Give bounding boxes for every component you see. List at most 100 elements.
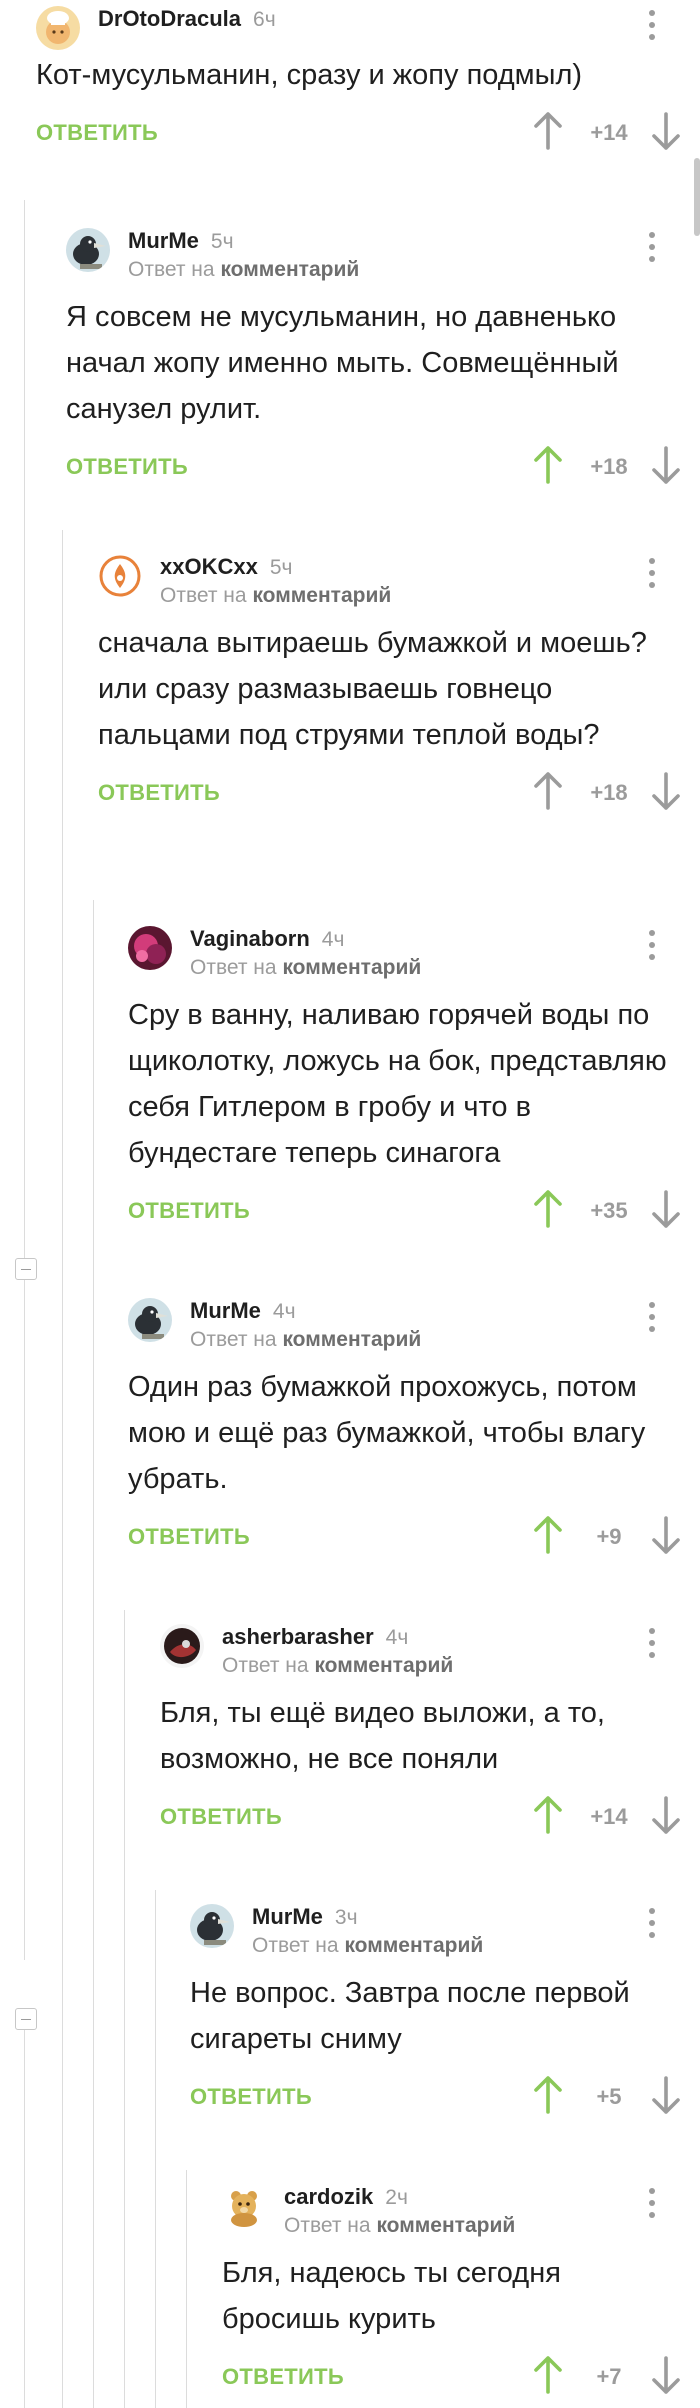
comment-time: 5ч <box>269 556 293 579</box>
collapse-branch-button[interactable] <box>15 2008 37 2030</box>
reply-button[interactable]: ОТВЕТИТЬ <box>222 2364 344 2390</box>
comment: xxOKCxx 5ч Ответ на комментарий сначала в… <box>98 548 700 822</box>
comment: Vaginaborn 4ч Ответ на комментарий Сру в … <box>128 920 700 1240</box>
comment-actions: ОТВЕТИТЬ +14 <box>36 110 700 162</box>
bird-avatar[interactable] <box>128 1298 172 1342</box>
comment-rating: +9 <box>596 1524 622 1549</box>
thread-line <box>186 2170 187 2408</box>
reply-button[interactable]: ОТВЕТИТЬ <box>160 1804 282 1830</box>
comment-header: MurMe 4ч Ответ на комментарий <box>128 1292 700 1360</box>
comment-text: Бля, ты ещё видео выложи, а то, возможно… <box>160 1697 605 1775</box>
thread-line <box>24 2030 25 2408</box>
more-options-icon[interactable] <box>642 556 662 590</box>
more-options-icon[interactable] <box>642 1626 662 1660</box>
badge-avatar[interactable] <box>98 554 142 598</box>
reply-to-label: Ответ на комментарий <box>160 584 392 607</box>
upvote-arrow-icon[interactable] <box>530 2354 566 2396</box>
reply-button[interactable]: ОТВЕТИТЬ <box>190 2084 312 2110</box>
downvote-arrow-icon[interactable] <box>648 110 684 152</box>
upvote-arrow-icon[interactable] <box>530 110 566 152</box>
reply-button[interactable]: ОТВЕТИТЬ <box>98 780 220 806</box>
upvote-arrow-icon[interactable] <box>530 1514 566 1556</box>
downvote-arrow-icon[interactable] <box>648 1188 684 1230</box>
comment-header: MurMe 3ч Ответ на комментарий <box>190 1898 700 1966</box>
comment-text: Бля, надеюсь ты сегодня бросишь курить <box>222 2257 561 2335</box>
comment-actions: ОТВЕТИТЬ +18 <box>66 444 700 496</box>
comment: DrOtoDracula 6ч Кот-мусульманин, сразу и … <box>36 0 700 162</box>
reply-button[interactable]: ОТВЕТИТЬ <box>128 1524 250 1550</box>
comment-thread: DrOtoDracula 6ч Кот-мусульманин, сразу и … <box>0 0 700 2408</box>
comment: MurMe 4ч Ответ на комментарий Один раз бу… <box>128 1292 700 1566</box>
comment-text: Один раз бумажкой прохожусь, потом мою и… <box>128 1371 646 1495</box>
username[interactable]: MurMe 5ч <box>128 228 234 254</box>
thread-line <box>155 1890 156 2408</box>
downvote-arrow-icon[interactable] <box>648 444 684 486</box>
comment: MurMe 3ч Ответ на комментарий Не вопрос. … <box>190 1898 700 2126</box>
comment-actions: ОТВЕТИТЬ +18 <box>98 770 700 822</box>
reply-to-link[interactable]: комментарий <box>314 1654 453 1677</box>
more-options-icon[interactable] <box>642 1906 662 1940</box>
upvote-arrow-icon[interactable] <box>530 1794 566 1836</box>
bird-avatar[interactable] <box>66 228 110 272</box>
reply-to-link[interactable]: комментарий <box>282 1328 421 1351</box>
reply-button[interactable]: ОТВЕТИТЬ <box>128 1198 250 1224</box>
comment-actions: ОТВЕТИТЬ +35 <box>128 1188 700 1240</box>
downvote-arrow-icon[interactable] <box>648 2074 684 2116</box>
username[interactable]: xxOKCxx 5ч <box>160 554 292 580</box>
thread-line <box>124 1610 125 2408</box>
more-options-icon[interactable] <box>642 8 662 42</box>
comment-text: Кот-мусульманин, сразу и жопу подмыл) <box>36 59 583 91</box>
reply-to-link[interactable]: комментарий <box>282 956 421 979</box>
username[interactable]: MurMe 4ч <box>190 1298 296 1324</box>
downvote-arrow-icon[interactable] <box>648 1794 684 1836</box>
reply-to-link[interactable]: комментарий <box>220 258 359 281</box>
username[interactable]: cardozik 2ч <box>284 2184 408 2210</box>
upvote-arrow-icon[interactable] <box>530 2074 566 2116</box>
reply-button[interactable]: ОТВЕТИТЬ <box>36 120 158 146</box>
more-options-icon[interactable] <box>642 2186 662 2220</box>
downvote-arrow-icon[interactable] <box>648 770 684 812</box>
upvote-arrow-icon[interactable] <box>530 1188 566 1230</box>
downvote-arrow-icon[interactable] <box>648 1514 684 1556</box>
comment-header: DrOtoDracula 6ч <box>36 0 700 50</box>
reply-to-label: Ответ на комментарий <box>190 956 422 979</box>
comment-time: 2ч <box>385 2186 408 2209</box>
comment-header: cardozik 2ч Ответ на комментарий <box>222 2178 700 2246</box>
comment-rating: +14 <box>590 1804 628 1829</box>
comment-text: Сру в ванну, наливаю горячей воды по щик… <box>128 999 667 1169</box>
username[interactable]: asherbarasher 4ч <box>222 1624 408 1650</box>
reply-to-link[interactable]: комментарий <box>376 2214 515 2237</box>
comment-time: 4ч <box>272 1300 296 1323</box>
username[interactable]: Vaginaborn 4ч <box>190 926 344 952</box>
dark-avatar[interactable] <box>160 1624 204 1668</box>
more-options-icon[interactable] <box>642 928 662 962</box>
more-options-icon[interactable] <box>642 1300 662 1334</box>
username[interactable]: DrOtoDracula 6ч <box>98 6 276 32</box>
comment-header: Vaginaborn 4ч Ответ на комментарий <box>128 920 700 988</box>
comment-header: asherbarasher 4ч Ответ на комментарий <box>160 1618 700 1686</box>
comment-header: MurMe 5ч Ответ на комментарий <box>66 222 700 290</box>
reply-to-link[interactable]: комментарий <box>252 584 391 607</box>
username[interactable]: MurMe 3ч <box>252 1904 358 1930</box>
comment-time: 5ч <box>210 230 234 253</box>
bear-avatar[interactable] <box>222 2184 266 2228</box>
more-options-icon[interactable] <box>642 230 662 264</box>
downvote-arrow-icon[interactable] <box>648 2354 684 2396</box>
cook-avatar[interactable] <box>36 6 80 50</box>
reply-button[interactable]: ОТВЕТИТЬ <box>66 454 188 480</box>
comment-actions: ОТВЕТИТЬ +7 <box>222 2354 700 2406</box>
comment-text: Я совсем не мусульманин, но давненько на… <box>66 301 619 425</box>
upvote-arrow-icon[interactable] <box>530 444 566 486</box>
reply-to-link[interactable]: комментарий <box>344 1934 483 1957</box>
comment-actions: ОТВЕТИТЬ +14 <box>160 1794 700 1846</box>
upvote-arrow-icon[interactable] <box>530 770 566 812</box>
comment-rating: +18 <box>590 780 628 805</box>
comment-time: 6ч <box>253 8 276 31</box>
reply-to-label: Ответ на комментарий <box>222 1654 454 1677</box>
bird-avatar[interactable] <box>190 1904 234 1948</box>
comment-text: Не вопрос. Завтра после первой сигареты … <box>190 1977 630 2055</box>
comment: MurMe 5ч Ответ на комментарий Я совсем не… <box>66 222 700 496</box>
comment-actions: ОТВЕТИТЬ +9 <box>128 1514 700 1566</box>
collapse-branch-button[interactable] <box>15 1258 37 1280</box>
pink-avatar[interactable] <box>128 926 172 970</box>
